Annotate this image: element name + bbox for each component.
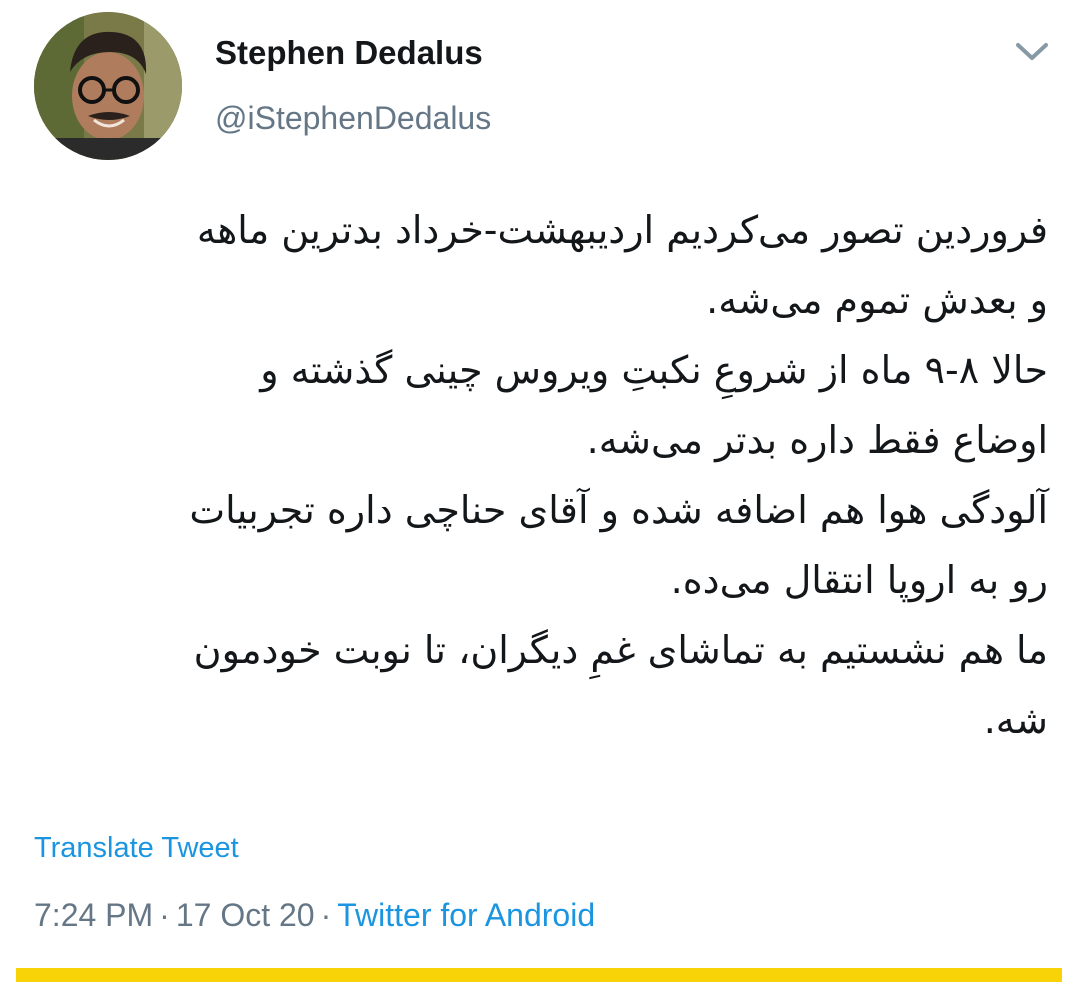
tweet-text-line: حالا ۸-۹ ماه از شروعِ نکبتِ ویروس چینی گ…	[260, 348, 1048, 392]
meta-separator: ·	[320, 897, 332, 933]
tweet-text-line: اوضاع فقط داره بدتر می‌شه.	[586, 418, 1048, 462]
tweet-text-line: آلودگی هوا هم اضافه شده و آقای حناچی دار…	[189, 488, 1048, 532]
tweet-text-line: فروردین تصور می‌کردیم اردیبهشت-خرداد بدت…	[196, 208, 1048, 252]
tweet-card: Stephen Dedalus @iStephenDedalus فروردین…	[0, 0, 1080, 982]
chevron-down-icon[interactable]	[1012, 36, 1052, 66]
display-name[interactable]: Stephen Dedalus	[215, 34, 483, 72]
user-handle[interactable]: @iStephenDedalus	[215, 100, 491, 137]
translate-tweet-link[interactable]: Translate Tweet	[34, 832, 239, 865]
avatar-photo-icon	[34, 12, 182, 160]
tweet-text: فروردین تصور می‌کردیم اردیبهشت-خرداد بدت…	[30, 195, 1048, 755]
tweet-text-line: شه.	[983, 698, 1048, 742]
tweet-source-link[interactable]: Twitter for Android	[337, 897, 595, 933]
tweet-meta: 7:24 PM · 17 Oct 20 · Twitter for Android	[34, 897, 595, 934]
tweet-text-line: و بعدش تموم می‌شه.	[706, 278, 1048, 322]
meta-separator: ·	[159, 897, 170, 933]
avatar[interactable]	[34, 12, 182, 160]
tweet-text-line: رو به اروپا انتقال می‌ده.	[670, 558, 1048, 602]
tweet-date: 17 Oct 20	[175, 897, 315, 933]
tweet-text-line: ما هم نشستیم به تماشای غمِ دیگران، تا نو…	[193, 628, 1048, 672]
bottom-highlight-bar	[16, 968, 1062, 982]
tweet-time: 7:24 PM	[34, 897, 154, 933]
